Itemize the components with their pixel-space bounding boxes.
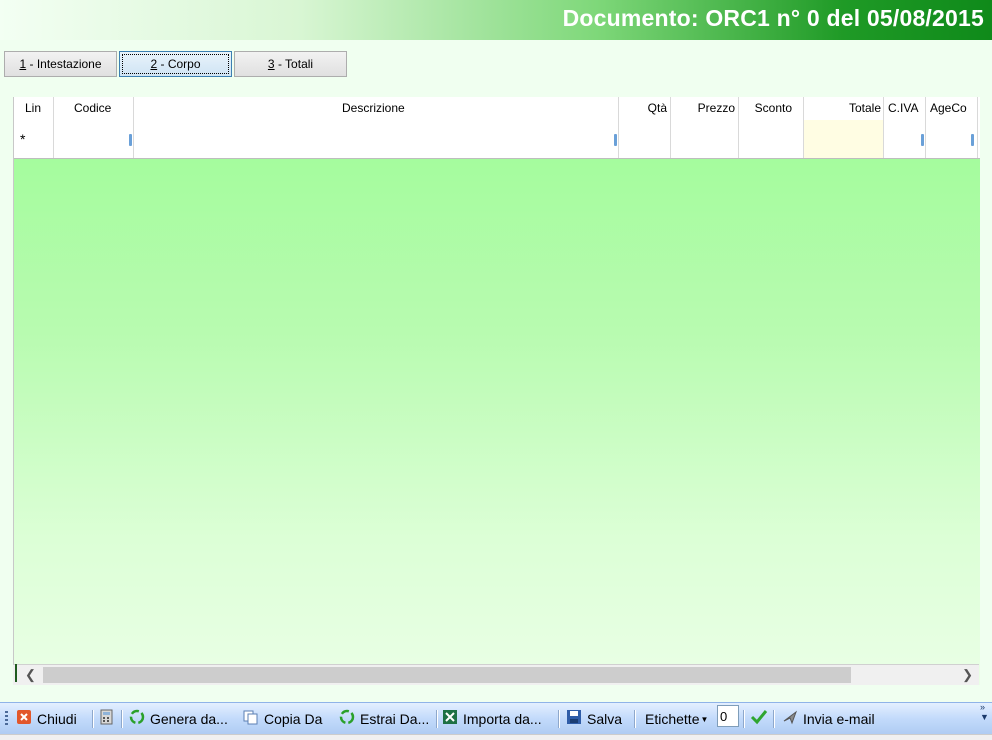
col-sconto[interactable]: Sconto [739,97,804,120]
copia-da-button[interactable]: Copia Da [243,703,322,735]
estrai-label: Estrai Da... [360,711,430,727]
header-descrizione: Descrizione [342,101,405,115]
header-sconto: Sconto [754,101,792,115]
etichette-dropdown[interactable]: Etichette▼ [645,703,708,735]
estrai-da-button[interactable]: Estrai Da... [339,703,429,735]
tab-label: - Totali [274,57,314,71]
cell-civa[interactable] [884,120,926,158]
grid-header: Lin Codice Descrizione Qtà Prezzo Sconto… [14,97,980,121]
col-civa[interactable]: C.IVA [884,97,926,120]
chiudi-label: Chiudi [37,711,77,727]
checkmark-icon [750,704,768,736]
header-civa: C.IVA [888,101,919,115]
lookup-handle-icon[interactable] [921,134,924,146]
toolbar-separator [558,710,560,728]
new-row-marker: * [20,131,26,147]
header-qta: Qtà [647,101,667,115]
bottom-toolbar: Chiudi Genera da... Copia Da Estrai Da..… [0,702,992,735]
toolbar-separator [436,710,438,728]
lookup-handle-icon[interactable] [971,134,974,146]
cell-codice[interactable] [54,120,134,158]
copia-label: Copia Da [264,711,323,727]
toolbar-grip-icon[interactable] [5,711,8,727]
horizontal-scrollbar[interactable]: ❮ ❯ [13,664,979,685]
header-totale: Totale [848,101,881,115]
cell-lin[interactable]: * [14,120,54,158]
lookup-handle-icon[interactable] [614,134,617,146]
header-lin: Lin [25,101,42,115]
col-descrizione[interactable]: Descrizione [134,97,619,120]
importa-label: Importa da... [463,711,542,727]
close-icon [16,704,32,736]
document-title: Documento: ORC1 n° 0 del 05/08/2015 [562,5,984,31]
col-qta[interactable]: Qtà [619,97,671,120]
calculator-button[interactable] [100,703,119,735]
etichette-label: Etichette [645,711,700,727]
invia-email-button[interactable]: Invia e-mail [782,703,875,735]
col-ageco[interactable]: AgeCo [926,97,978,120]
tab-hotkey: 3 [267,57,275,71]
tab-corpo[interactable]: 2 - Corpo [119,51,232,77]
header-prezzo: Prezzo [697,101,735,115]
cell-qta[interactable] [619,120,671,158]
copy-icon [243,704,259,736]
scroll-right-icon[interactable]: ❯ [962,667,973,683]
new-row[interactable]: * [14,120,980,159]
cell-sconto[interactable] [739,120,804,158]
cell-ageco[interactable] [926,120,978,158]
salva-label: Salva [587,711,623,727]
tab-label: - Intestazione [26,57,102,71]
scrollbar-thumb[interactable] [43,667,851,683]
cell-totale [804,120,884,158]
recycle-icon [129,704,145,736]
floppy-disk-icon [566,704,582,736]
status-strip [0,734,992,740]
confirm-button[interactable] [750,703,773,735]
col-prezzo[interactable]: Prezzo [671,97,739,120]
col-codice[interactable]: Codice [54,97,134,120]
salva-button[interactable]: Salva [566,703,622,735]
toolbar-separator [743,710,745,728]
col-lin[interactable]: Lin [14,97,54,120]
toolbar-overflow-icon[interactable]: » ▼ [980,702,990,734]
row-indicator [15,664,17,682]
lookup-handle-icon[interactable] [129,134,132,146]
recycle-icon [339,704,355,736]
title-bar: Documento: ORC1 n° 0 del 05/08/2015 [0,0,992,40]
toolbar-separator [121,710,123,728]
excel-icon [442,704,458,736]
genera-da-button[interactable]: Genera da... [129,703,228,735]
tab-intestazione[interactable]: 1 - Intestazione [4,51,117,77]
toolbar-separator [773,710,775,728]
toolbar-separator [634,710,636,728]
header-ageco: AgeCo [930,101,967,115]
calculator-icon [100,704,114,736]
email-send-icon [782,704,798,736]
importa-da-button[interactable]: Importa da... [442,703,542,735]
toolbar-separator [92,710,94,728]
tab-label: - Corpo [157,57,201,71]
dropdown-arrow-icon: ▼ [700,715,709,725]
col-totale[interactable]: Totale [804,97,884,120]
lines-grid[interactable]: Lin Codice Descrizione Qtà Prezzo Sconto… [13,97,980,685]
cell-prezzo[interactable] [671,120,739,158]
chiudi-button[interactable]: Chiudi [16,703,77,735]
etichette-quantity-input[interactable] [717,705,739,727]
scroll-left-icon[interactable]: ❮ [25,667,36,683]
cell-descrizione[interactable] [134,120,619,158]
tab-totali[interactable]: 3 - Totali [234,51,347,77]
invia-label: Invia e-mail [803,711,875,727]
header-codice: Codice [74,101,112,115]
genera-label: Genera da... [150,711,228,727]
